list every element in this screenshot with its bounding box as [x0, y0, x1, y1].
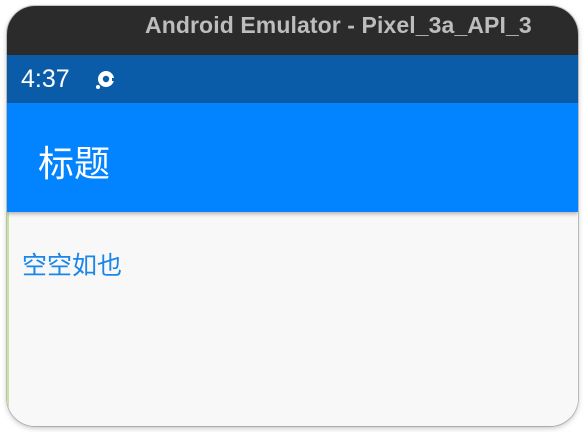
android-status-bar: 4:37: [7, 55, 578, 103]
content-area: 空空如也: [7, 212, 578, 426]
status-time: 4:37: [21, 65, 70, 93]
empty-state-text: 空空如也: [22, 251, 123, 280]
app-bar: 标题: [7, 103, 578, 212]
window-title: Android Emulator - Pixel_3a_API_3: [145, 12, 532, 38]
podcast-icon: [95, 69, 121, 91]
page-title: 标题: [38, 144, 111, 185]
emulator-window: Android Emulator - Pixel_3a_API_3 4:37 标…: [7, 6, 578, 426]
window-titlebar[interactable]: Android Emulator - Pixel_3a_API_3: [7, 6, 578, 55]
